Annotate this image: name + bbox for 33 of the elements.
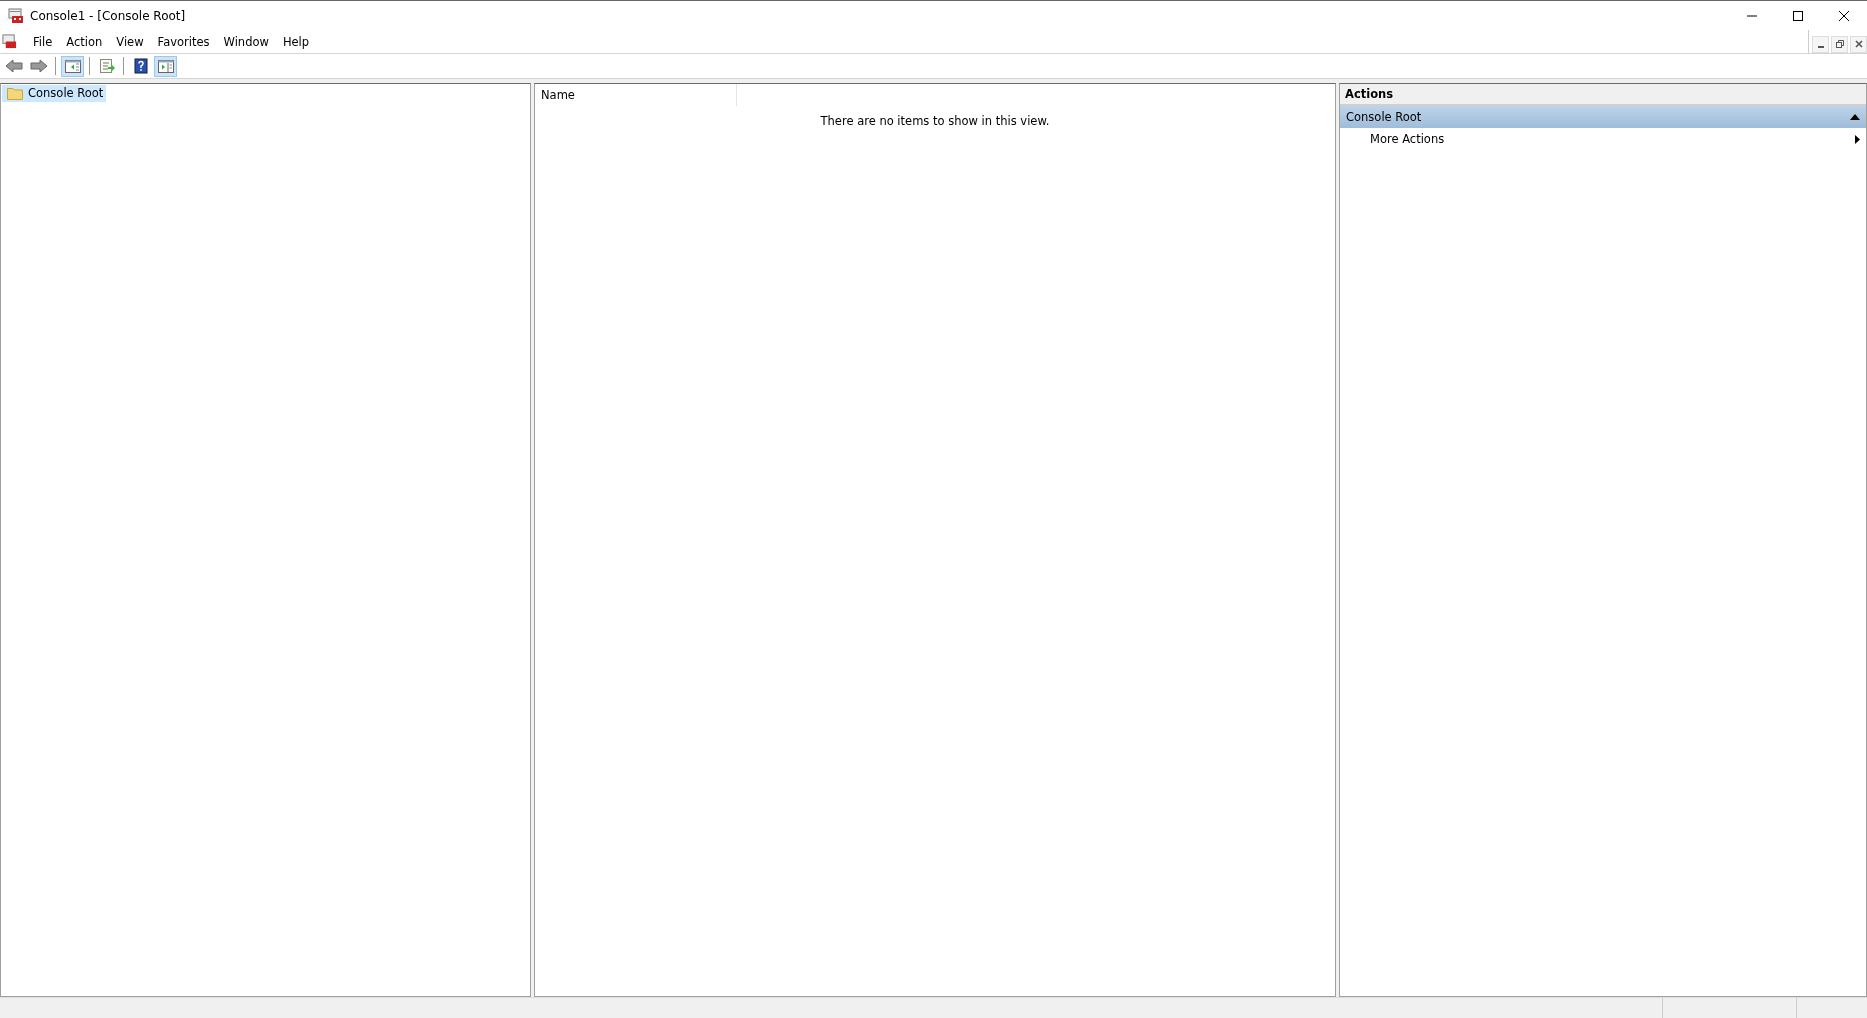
folder-icon — [7, 86, 23, 100]
menu-item[interactable]: View — [110, 34, 152, 49]
export-list-icon — [97, 58, 116, 74]
minimize-button[interactable] — [1812, 35, 1829, 53]
app-icon[interactable] — [2, 34, 17, 49]
actions-section-header[interactable]: Console Root — [1340, 106, 1866, 128]
menu-item[interactable]: Action — [60, 34, 111, 49]
show-action-pane-button[interactable] — [154, 55, 177, 77]
show-tree-button[interactable] — [61, 55, 84, 77]
forward-arrow-icon — [29, 58, 48, 74]
submenu-arrow-icon — [1855, 134, 1860, 144]
tree-item[interactable]: Console Root — [2, 85, 107, 102]
close-button[interactable] — [1850, 35, 1867, 53]
action-pane-icon — [156, 58, 175, 74]
menu-item[interactable]: File — [27, 34, 61, 49]
close-icon — [1838, 9, 1850, 22]
close-icon — [1854, 40, 1863, 48]
menu-item[interactable]: Window — [217, 34, 277, 49]
window-title: Console1 - [Console Root] — [30, 8, 187, 23]
menu-item[interactable]: Help — [276, 34, 318, 49]
menu-item[interactable]: Favorites — [151, 34, 218, 49]
back-arrow-icon — [4, 58, 23, 74]
tree-pane-icon — [63, 58, 82, 74]
actions-header: Actions — [1340, 84, 1866, 106]
app-icon — [8, 7, 24, 24]
column-header[interactable]: Name — [535, 84, 737, 106]
empty-message: There are no items to show in this view. — [819, 114, 1051, 128]
collapse-arrow-icon[interactable] — [1850, 114, 1860, 120]
restore-icon — [1835, 40, 1844, 48]
help-icon — [131, 58, 150, 74]
maximize-icon — [1792, 9, 1804, 22]
restore-button[interactable] — [1831, 35, 1848, 53]
action-item[interactable]: More Actions — [1340, 128, 1866, 150]
